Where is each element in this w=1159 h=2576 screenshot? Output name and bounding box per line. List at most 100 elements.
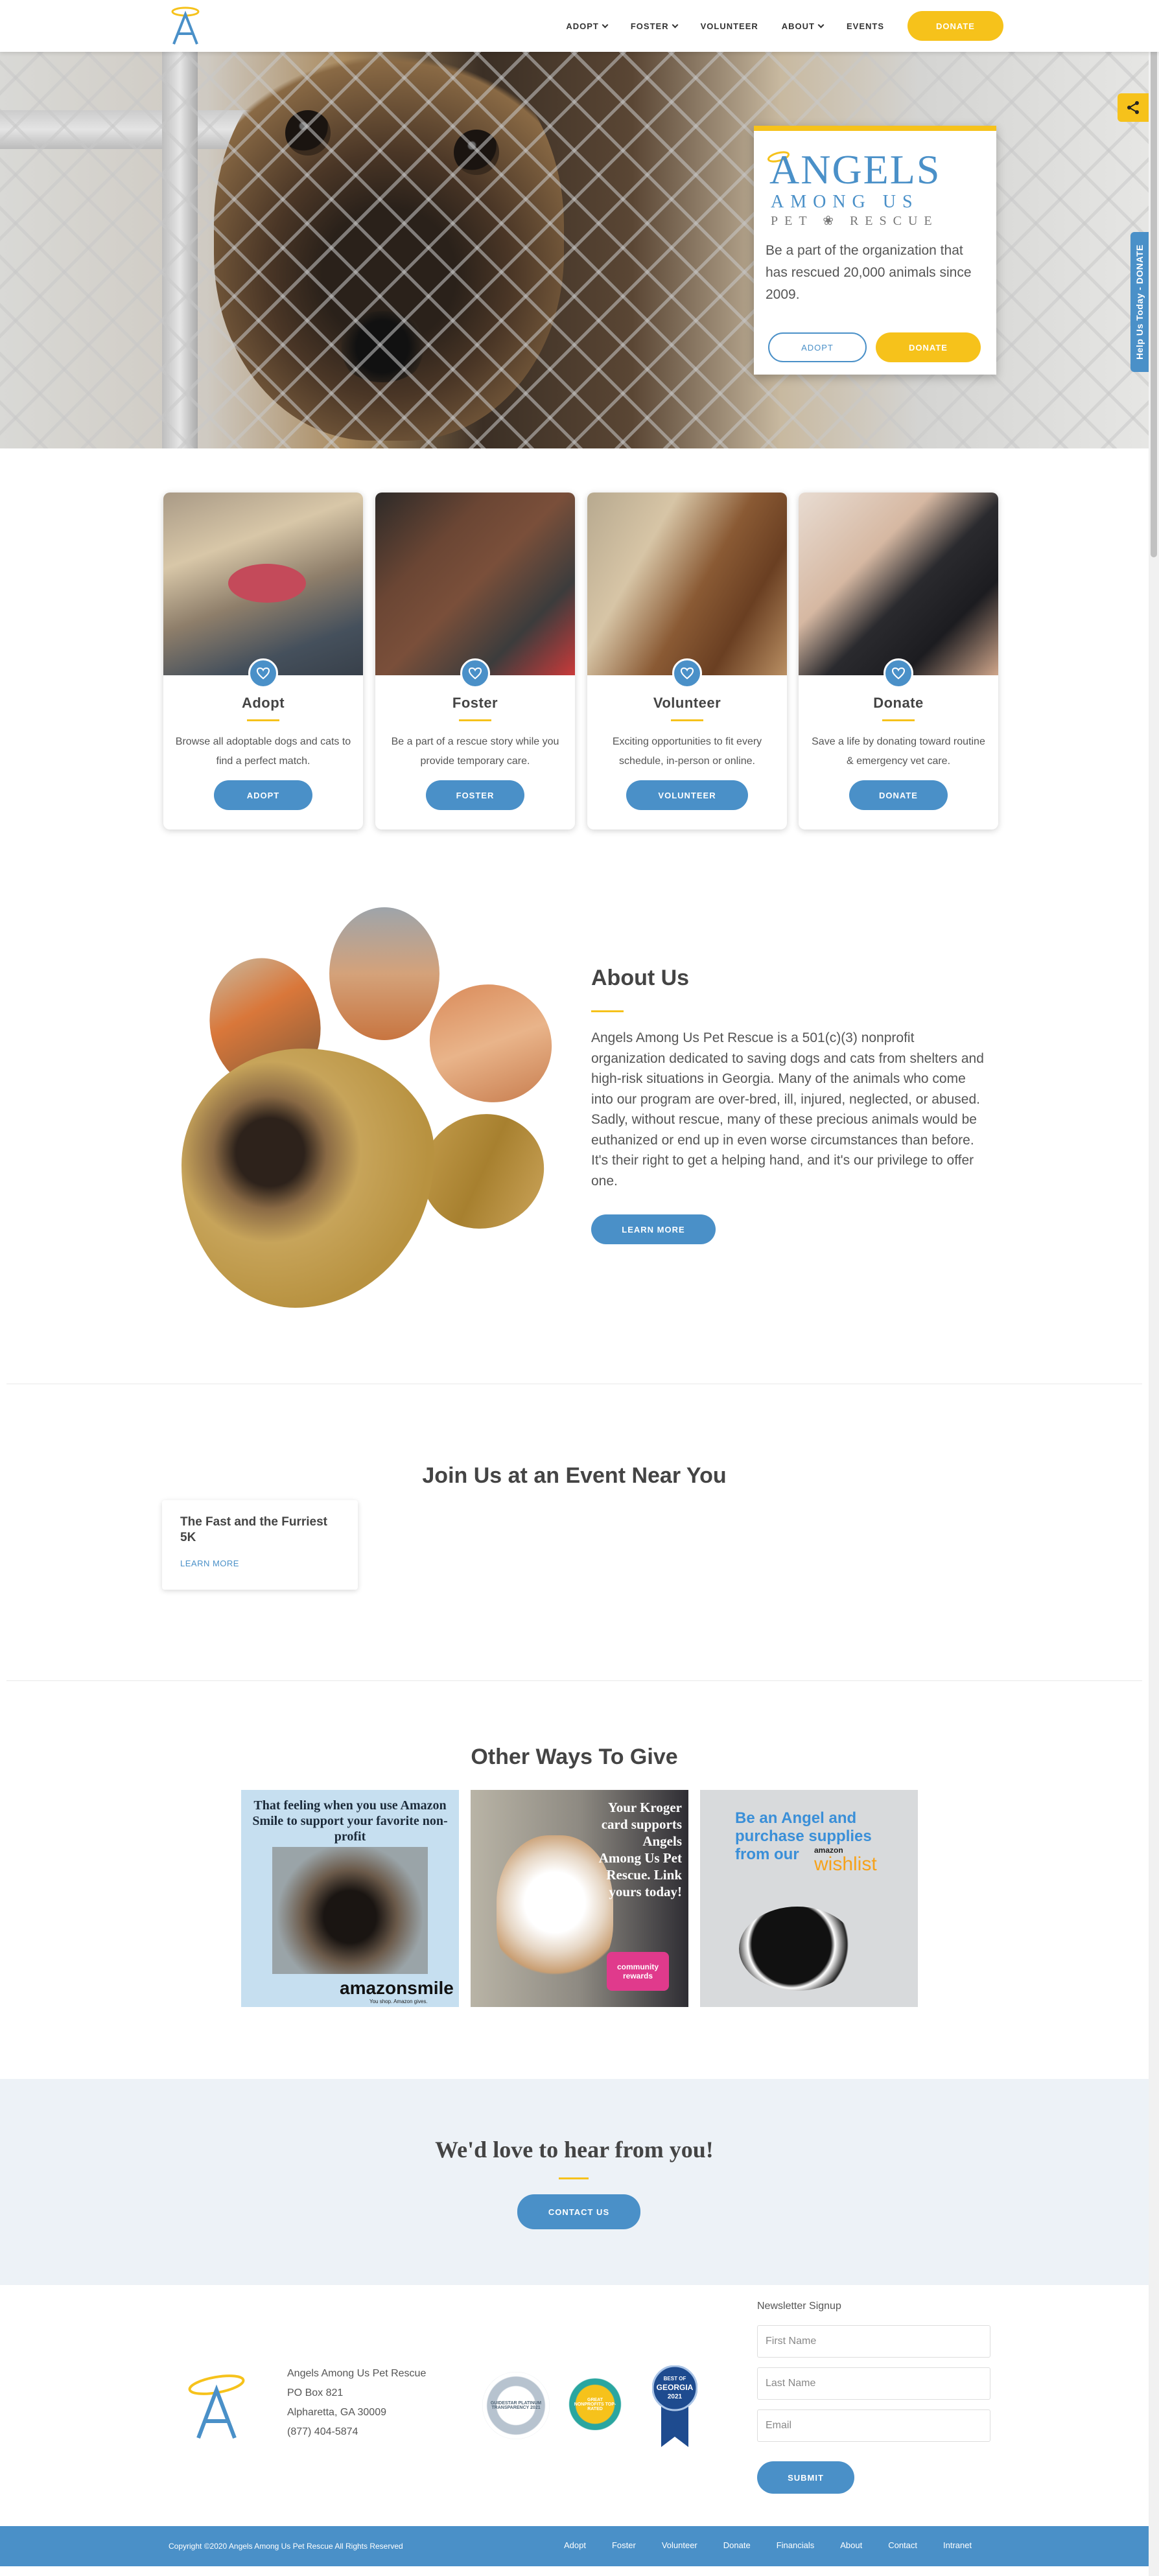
nav-adopt-label: ADOPT — [566, 21, 599, 31]
event-learn-more-link[interactable]: LEARN MORE — [180, 1559, 239, 1568]
hero-card: ANGELS AMONG US PET ❀ RESCUE Be a part o… — [754, 126, 996, 375]
adopt-button[interactable]: ADOPT — [214, 780, 312, 810]
brand-pet-rescue: PET ❀ RESCUE — [771, 214, 939, 228]
contact-title: We'd love to hear from you! — [435, 2137, 714, 2163]
logo[interactable] — [167, 5, 204, 47]
footer-link-about[interactable]: About — [840, 2540, 862, 2550]
volunteer-button[interactable]: VOLUNTEER — [626, 780, 748, 810]
footer-bar: Copyright ©2020 Angels Among Us Pet Resc… — [0, 2526, 1149, 2566]
footer-link-adopt[interactable]: Adopt — [564, 2540, 586, 2550]
site-header: ADOPT FOSTER VOLUNTEER ABOUT EVENTS DONA… — [0, 0, 1159, 52]
events-title: Join Us at an Event Near You — [422, 1463, 727, 1488]
copyright: Copyright ©2020 Angels Among Us Pet Resc… — [169, 2542, 403, 2551]
event-card[interactable]: The Fast and the Furriest 5K LEARN MORE — [162, 1500, 358, 1590]
chihuahua-photo — [497, 1835, 613, 1984]
nav-volunteer[interactable]: VOLUNTEER — [701, 21, 758, 31]
volunteer-photo — [587, 493, 787, 675]
footer-logo[interactable] — [184, 2371, 249, 2442]
give-title: Other Ways To Give — [471, 1745, 678, 1769]
title-underline — [459, 719, 491, 721]
amazon-smile-logo: amazonsmile — [340, 1978, 454, 1998]
footer-link-intranet[interactable]: Intranet — [943, 2540, 972, 2550]
email-input[interactable]: Email — [757, 2409, 990, 2442]
brand-angels: ANGELS — [769, 146, 941, 192]
nav-adopt[interactable]: ADOPT — [566, 21, 609, 31]
about-underline — [591, 1010, 624, 1012]
chevron-down-icon — [602, 21, 609, 28]
footer-address: Angels Among Us Pet Rescue PO Box 821 Al… — [287, 2364, 426, 2442]
side-tab-label: Help Us Today - DONATE — [1134, 244, 1145, 360]
footer-link-contact[interactable]: Contact — [888, 2540, 917, 2550]
last-name-input[interactable]: Last Name — [757, 2367, 990, 2400]
footer-link-foster[interactable]: Foster — [612, 2540, 636, 2550]
best-of-georgia-badge: BEST OF GEORGIA 2021 — [652, 2365, 697, 2447]
hero-donate-button[interactable]: DONATE — [876, 332, 981, 362]
contact-us-button[interactable]: CONTACT US — [517, 2194, 640, 2229]
nav-foster[interactable]: FOSTER — [630, 21, 679, 31]
card-title: Adopt — [241, 695, 285, 711]
section-divider — [6, 1680, 1142, 1681]
chevron-down-icon — [817, 21, 825, 28]
share-button[interactable] — [1118, 93, 1149, 122]
contact-section: We'd love to hear from you! CONTACT US — [0, 2079, 1149, 2285]
foster-button[interactable]: FOSTER — [426, 780, 524, 810]
hero-tagline: Be a part of the organization that has r… — [766, 243, 972, 302]
card-description: Save a life by donating toward routine &… — [812, 736, 985, 767]
nav-foster-label: FOSTER — [630, 21, 669, 31]
help-donate-side-tab[interactable]: Help Us Today - DONATE — [1130, 232, 1149, 372]
scrollbar-thumb[interactable] — [1151, 13, 1157, 557]
title-underline — [882, 719, 915, 721]
guidestar-badge: GUIDESTAR PLATINUM TRANSPARENCY 2021 — [482, 2372, 550, 2439]
newsletter-label: Newsletter Signup — [757, 2301, 841, 2312]
card-title: Foster — [452, 695, 498, 711]
great-nonprofits-badge: GREAT NONPROFITS TOP-RATED — [561, 2378, 629, 2430]
donate-button[interactable]: DONATE — [849, 780, 948, 810]
footer-link-volunteer[interactable]: Volunteer — [662, 2540, 697, 2550]
footer-link-financials[interactable]: Financials — [777, 2540, 815, 2550]
card-foster: Foster Be a part of a rescue story while… — [375, 493, 575, 830]
footer-phone[interactable]: (877) 404-5874 — [287, 2422, 426, 2442]
amazon-smile-sub: You shop. Amazon gives. — [369, 1999, 428, 2004]
title-underline — [247, 719, 279, 721]
card-donate: Donate Save a life by donating toward ro… — [799, 493, 998, 830]
kroger-tile[interactable]: Your Kroger card supports Angels Among U… — [471, 1790, 688, 2007]
community-rewards-badge: community rewards — [607, 1952, 669, 1991]
nav-volunteer-label: VOLUNTEER — [700, 21, 758, 31]
card-description: Be a part of a rescue story while you pr… — [391, 736, 559, 767]
badge-georgia: GEORGIA — [656, 2383, 694, 2392]
about-body: Angels Among Us Pet Rescue is a 501(c)(3… — [591, 1030, 984, 1189]
heart-icon — [884, 658, 913, 688]
heart-icon — [460, 658, 490, 688]
about-learn-more-button[interactable]: LEARN MORE — [591, 1214, 716, 1244]
foster-photo — [375, 493, 575, 675]
main-nav: ADOPT FOSTER VOLUNTEER ABOUT EVENTS DONA… — [566, 0, 1003, 52]
footer-po-box: PO Box 821 — [287, 2387, 344, 2398]
amazon-smile-text: That feeling when you use Amazon Smile t… — [252, 1798, 448, 1844]
header-donate-button[interactable]: DONATE — [907, 11, 1003, 41]
nav-events-label: EVENTS — [846, 21, 884, 31]
brand-among-us: AMONG US — [771, 192, 919, 212]
badge-best-of: BEST OF — [663, 2376, 686, 2382]
dog-photo — [272, 1847, 428, 1974]
chevron-down-icon — [672, 21, 679, 28]
wishlist-word: wishlist — [814, 1853, 877, 1875]
card-description: Browse all adoptable dogs and cats to fi… — [175, 736, 351, 767]
first-name-input[interactable]: First Name — [757, 2325, 990, 2358]
about-title: About Us — [591, 966, 690, 990]
share-icon — [1127, 101, 1139, 114]
footer-links: Adopt Foster Volunteer Donate Financials… — [564, 2540, 972, 2550]
card-volunteer: Volunteer Exciting opportunities to fit … — [587, 493, 787, 830]
footer-link-donate[interactable]: Donate — [723, 2540, 751, 2550]
footer-org-name: Angels Among Us Pet Rescue — [287, 2368, 427, 2379]
newsletter-submit-button[interactable]: SUBMIT — [757, 2461, 854, 2494]
kroger-text: Your Kroger card supports Angels Among U… — [598, 1800, 682, 1899]
hero-adopt-button[interactable]: ADOPT — [768, 332, 867, 362]
nav-about[interactable]: ABOUT — [782, 21, 825, 31]
dog-tongue — [228, 564, 306, 603]
nav-events[interactable]: EVENTS — [847, 21, 884, 31]
amazon-smile-tile[interactable]: That feeling when you use Amazon Smile t… — [241, 1790, 459, 2007]
amazon-wishlist-tile[interactable]: Be an Angel and purchase supplies from o… — [700, 1790, 918, 2007]
event-name: The Fast and the Furriest 5K — [180, 1515, 327, 1544]
heart-icon — [672, 658, 702, 688]
paw-print-image — [175, 907, 572, 1309]
